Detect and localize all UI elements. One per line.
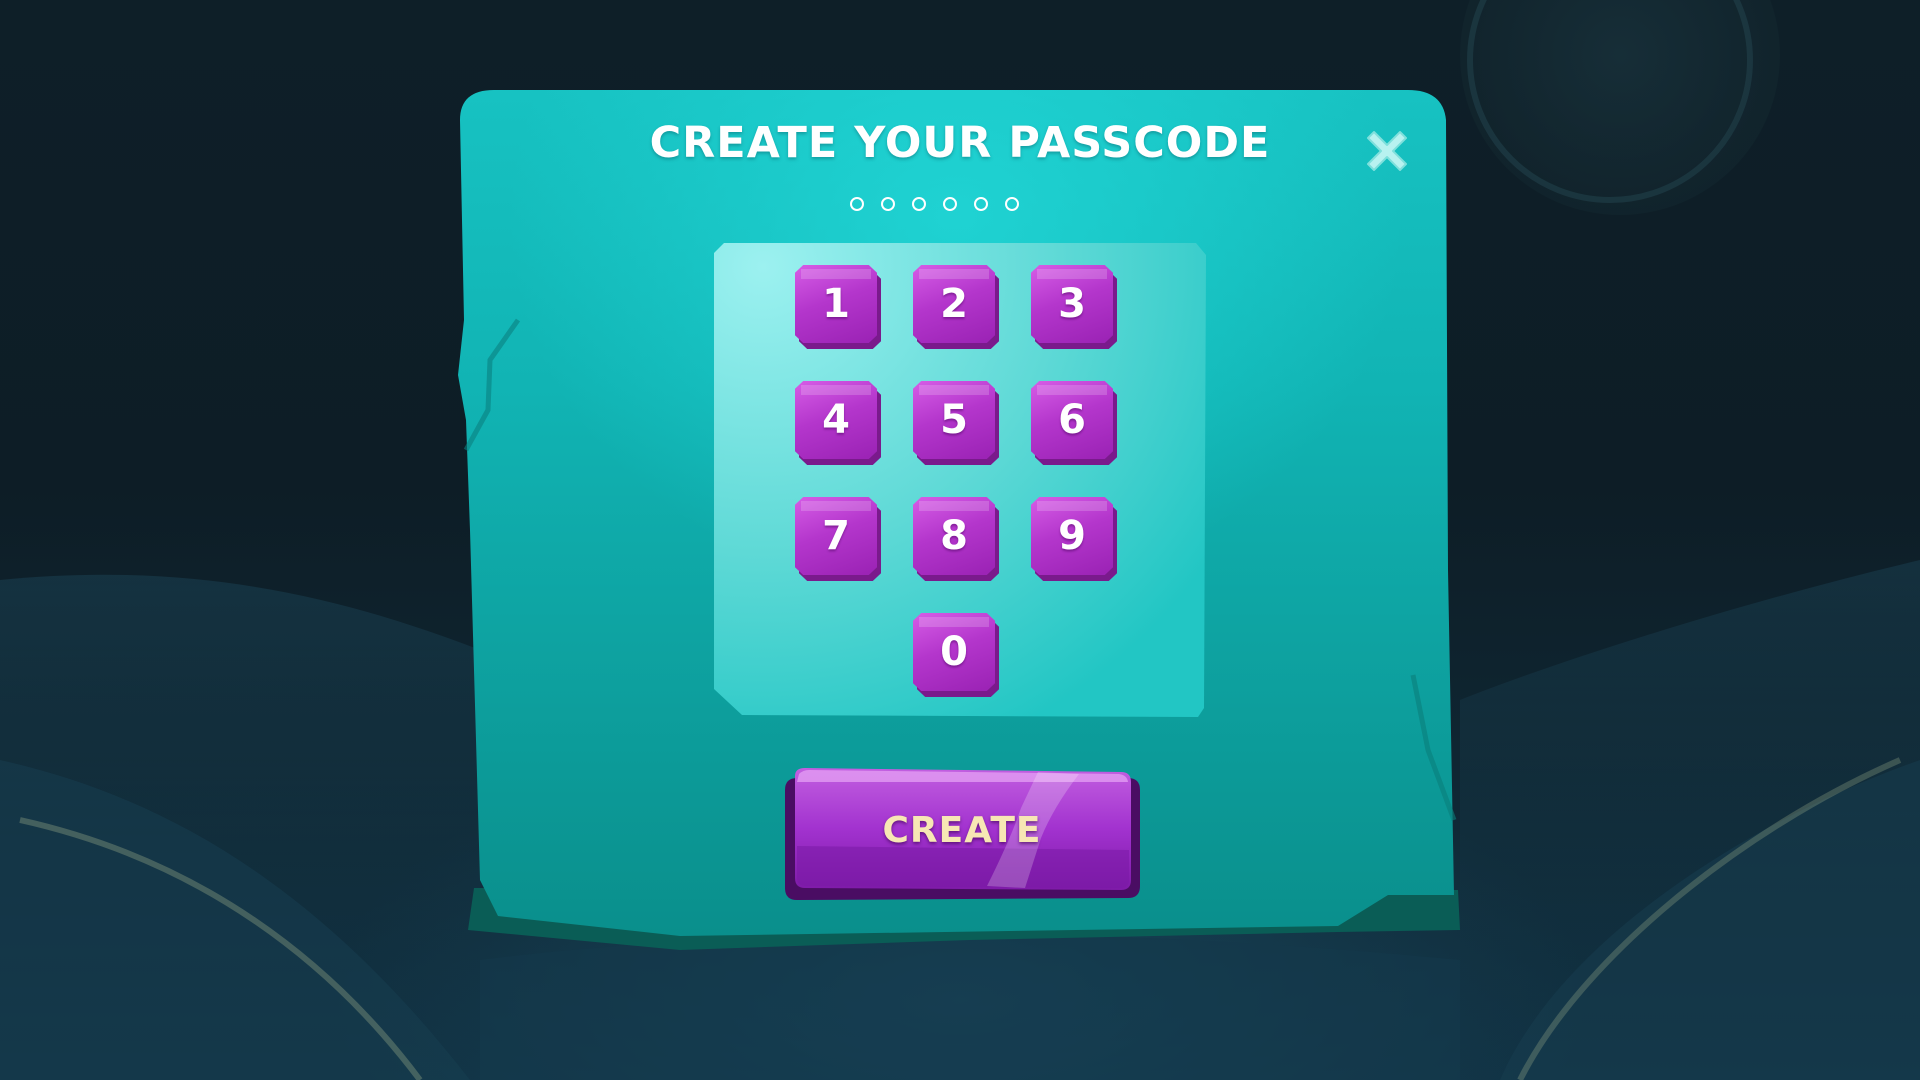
keypad-key-4[interactable]: 4 — [795, 381, 881, 465]
key-label: 8 — [940, 513, 968, 559]
keypad-key-3[interactable]: 3 — [1031, 265, 1117, 349]
keypad-key-1[interactable]: 1 — [795, 265, 881, 349]
keypad-key-0[interactable]: 0 — [913, 613, 999, 697]
key-label: 4 — [822, 397, 850, 443]
key-label: 5 — [940, 397, 968, 443]
create-button[interactable]: CREATE — [783, 768, 1141, 902]
key-label: 0 — [940, 629, 968, 675]
passcode-dot — [881, 197, 895, 211]
keypad-key-8[interactable]: 8 — [913, 497, 999, 581]
keypad-key-9[interactable]: 9 — [1031, 497, 1117, 581]
passcode-dot — [850, 197, 864, 211]
key-label: 6 — [1058, 397, 1086, 443]
key-label: 2 — [940, 281, 968, 327]
key-label: 3 — [1058, 281, 1086, 327]
create-button-label: CREATE — [882, 810, 1042, 851]
passcode-dot — [943, 197, 957, 211]
keypad-key-5[interactable]: 5 — [913, 381, 999, 465]
keypad-key-2[interactable]: 2 — [913, 265, 999, 349]
key-label: 7 — [822, 513, 850, 559]
dialog-title: CREATE YOUR PASSCODE — [649, 118, 1271, 168]
key-label: 1 — [822, 281, 850, 327]
keypad-key-6[interactable]: 6 — [1031, 381, 1117, 465]
passcode-dot — [1005, 197, 1019, 211]
passcode-dot — [974, 197, 988, 211]
key-label: 9 — [1058, 513, 1086, 559]
passcode-dot — [912, 197, 926, 211]
close-x-icon — [1367, 131, 1407, 171]
passcode-progress-dots — [850, 197, 1050, 217]
keypad-key-7[interactable]: 7 — [795, 497, 881, 581]
close-button[interactable] — [1360, 124, 1414, 178]
